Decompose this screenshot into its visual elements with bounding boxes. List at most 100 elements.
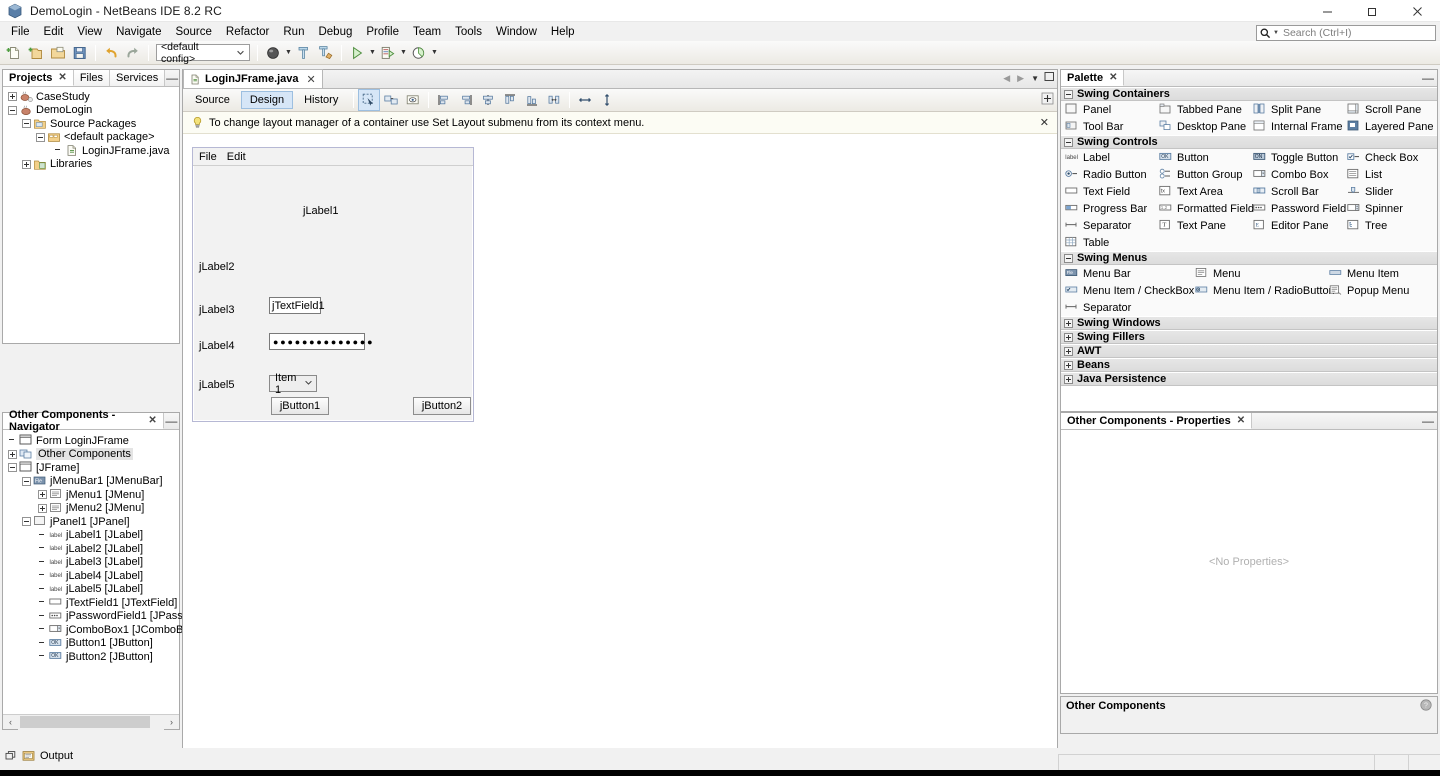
tree-item-jbutton2[interactable]: OK jButton2 [JButton] bbox=[6, 650, 179, 664]
profile-project-button[interactable] bbox=[408, 42, 430, 64]
form-menu-file[interactable]: File bbox=[199, 151, 217, 163]
undo-button[interactable] bbox=[100, 42, 122, 64]
debug-project-button[interactable] bbox=[377, 42, 399, 64]
preview-design-button[interactable] bbox=[402, 89, 424, 111]
palette-section-swing-containers[interactable]: Swing Containers bbox=[1061, 87, 1437, 101]
palette-item-internal-frame[interactable]: Internal Frame bbox=[1249, 118, 1343, 135]
design-jComboBox1[interactable]: Item 1 bbox=[269, 375, 317, 392]
expand-icon[interactable] bbox=[8, 92, 17, 101]
tab-other-components-properties[interactable]: Other Components - Properties ✕ bbox=[1061, 413, 1252, 429]
resize-horizontal-button[interactable] bbox=[574, 89, 596, 111]
close-icon[interactable]: ✕ bbox=[1237, 415, 1245, 426]
palette-item-menu-item-radiobutton[interactable]: Menu Item / RadioButton bbox=[1191, 282, 1325, 299]
minimize-navigator-panel-button[interactable]: — bbox=[164, 413, 179, 429]
selection-mode-button[interactable] bbox=[358, 89, 380, 111]
scroll-thumb[interactable] bbox=[20, 716, 150, 728]
tree-item-jmenu1[interactable]: jMenu1 [JMenu] bbox=[6, 488, 179, 502]
save-all-button[interactable] bbox=[69, 42, 91, 64]
close-icon[interactable]: ✕ bbox=[307, 73, 316, 86]
close-icon[interactable]: ✕ bbox=[58, 72, 66, 83]
menu-edit[interactable]: Edit bbox=[37, 24, 71, 40]
maximize-editor-button[interactable] bbox=[1044, 71, 1055, 85]
expand-icon[interactable] bbox=[22, 160, 31, 169]
maximize-button[interactable] bbox=[1350, 0, 1395, 22]
palette-section-swing-fillers[interactable]: Swing Fillers bbox=[1061, 330, 1437, 344]
menu-source[interactable]: Source bbox=[168, 24, 218, 40]
search-input[interactable]: ▼ Search (Ctrl+I) bbox=[1256, 25, 1436, 41]
palette-item-menu-bar[interactable]: Fle Menu Bar bbox=[1061, 265, 1191, 282]
tree-item-jframe[interactable]: [JFrame] bbox=[6, 461, 179, 475]
palette-item-split-pane[interactable]: Split Pane bbox=[1249, 101, 1343, 118]
tree-item-jbutton1[interactable]: OK jButton1 [JButton] bbox=[6, 637, 179, 651]
tab-projects[interactable]: Projects ✕ bbox=[3, 70, 74, 86]
connection-mode-button[interactable] bbox=[380, 89, 402, 111]
design-jPasswordField1[interactable]: ●●●●●●●●●●●●●● bbox=[269, 333, 365, 350]
expand-icon[interactable] bbox=[1064, 347, 1073, 356]
tree-item-jtextfield1[interactable]: jTextField1 [JTextField] bbox=[6, 596, 179, 610]
minimize-button[interactable] bbox=[1305, 0, 1350, 22]
help-icon[interactable]: ? bbox=[1420, 699, 1432, 714]
design-jLabel5[interactable]: jLabel5 bbox=[199, 379, 234, 391]
clean-and-build-project-button[interactable] bbox=[315, 42, 337, 64]
expand-icon[interactable] bbox=[1064, 375, 1073, 384]
palette-item-toggle-button[interactable]: ON Toggle Button bbox=[1249, 149, 1343, 166]
menu-window[interactable]: Window bbox=[489, 24, 544, 40]
expand-icon[interactable] bbox=[1064, 319, 1073, 328]
editor-tab-loginjframe[interactable]: LoginJFrame.java ✕ bbox=[183, 69, 323, 88]
design-jButton2[interactable]: jButton2 bbox=[413, 397, 471, 415]
tree-item-jpasswordfield1[interactable]: jPasswordField1 [JPasswo bbox=[6, 610, 179, 624]
design-jButton1[interactable]: jButton1 bbox=[271, 397, 329, 415]
palette-item-formatted-field[interactable]: 1,2 Formatted Field bbox=[1155, 200, 1249, 217]
scroll-left-button[interactable]: ‹ bbox=[3, 715, 18, 730]
palette-item-scroll-bar[interactable]: Scroll Bar bbox=[1249, 183, 1343, 200]
build-project-button[interactable] bbox=[262, 42, 284, 64]
output-window-bar[interactable]: Output bbox=[0, 748, 1058, 764]
new-project-button[interactable] bbox=[25, 42, 47, 64]
tree-item-loginjframe-java[interactable]: LoginJFrame.java bbox=[6, 144, 179, 158]
run-dropdown-arrow[interactable]: ▼ bbox=[368, 42, 377, 64]
menu-debug[interactable]: Debug bbox=[311, 24, 359, 40]
collapse-icon[interactable] bbox=[22, 477, 31, 486]
tab-other-components-navigator[interactable]: Other Components - Navigator ✕ bbox=[3, 413, 164, 429]
scroll-tabs-right-button[interactable]: ▶ bbox=[1015, 73, 1026, 84]
palette-item-text-field[interactable]: Text Field bbox=[1061, 183, 1155, 200]
tree-item-other-components[interactable]: Other Components bbox=[6, 448, 179, 462]
palette-section-swing-windows[interactable]: Swing Windows bbox=[1061, 316, 1437, 330]
palette-item-button[interactable]: OK Button bbox=[1155, 149, 1249, 166]
expand-icon[interactable] bbox=[1064, 333, 1073, 342]
clean-build-button[interactable] bbox=[293, 42, 315, 64]
palette-item-slider[interactable]: Slider bbox=[1343, 183, 1437, 200]
tab-source[interactable]: Source bbox=[186, 91, 239, 109]
menu-profile[interactable]: Profile bbox=[359, 24, 406, 40]
palette-item-radio-button[interactable]: Radio Button bbox=[1061, 166, 1155, 183]
palette-item-panel[interactable]: Panel bbox=[1061, 101, 1155, 118]
align-top-button[interactable] bbox=[499, 89, 521, 111]
scroll-tabs-left-button[interactable]: ◀ bbox=[1001, 73, 1012, 84]
tree-item-source-packages[interactable]: Source Packages bbox=[6, 117, 179, 131]
design-canvas[interactable]: File Edit jLabel1 jLabel2 jLabel3 jLabel… bbox=[183, 134, 1057, 751]
build-dropdown-arrow[interactable]: ▼ bbox=[284, 42, 293, 64]
palette-item-combo-box[interactable]: Combo Box bbox=[1249, 166, 1343, 183]
align-left-button[interactable] bbox=[433, 89, 455, 111]
tree-item-jlabel4[interactable]: label jLabel4 [JLabel] bbox=[6, 569, 179, 583]
palette-section-awt[interactable]: AWT bbox=[1061, 344, 1437, 358]
palette-item-spinner[interactable]: Spinner bbox=[1343, 200, 1437, 217]
expand-icon[interactable] bbox=[38, 504, 47, 513]
palette-item-tool-bar[interactable]: Tool Bar bbox=[1061, 118, 1155, 135]
expand-icon[interactable] bbox=[1064, 361, 1073, 370]
tree-item-jmenubar1[interactable]: Fle jMenuBar1 [JMenuBar] bbox=[6, 475, 179, 489]
palette-item-check-box[interactable]: Check Box bbox=[1343, 149, 1437, 166]
palette-item-text-area[interactable]: tx Text Area bbox=[1155, 183, 1249, 200]
expand-toolbar-button[interactable] bbox=[1041, 92, 1054, 108]
expand-icon[interactable] bbox=[8, 450, 17, 459]
tab-palette[interactable]: Palette ✕ bbox=[1061, 70, 1124, 86]
design-jLabel4[interactable]: jLabel4 bbox=[199, 340, 234, 352]
palette-section-beans[interactable]: Beans bbox=[1061, 358, 1437, 372]
tree-item-jmenu2[interactable]: jMenu2 [JMenu] bbox=[6, 502, 179, 516]
design-jTextField1[interactable]: jTextField1 bbox=[269, 297, 321, 314]
set-same-size-button[interactable] bbox=[543, 89, 565, 111]
menu-file[interactable]: File bbox=[4, 24, 37, 40]
tree-item-default-package[interactable]: <default package> bbox=[6, 131, 179, 145]
tab-files[interactable]: Files bbox=[74, 70, 110, 86]
tree-item-jlabel5[interactable]: label jLabel5 [JLabel] bbox=[6, 583, 179, 597]
